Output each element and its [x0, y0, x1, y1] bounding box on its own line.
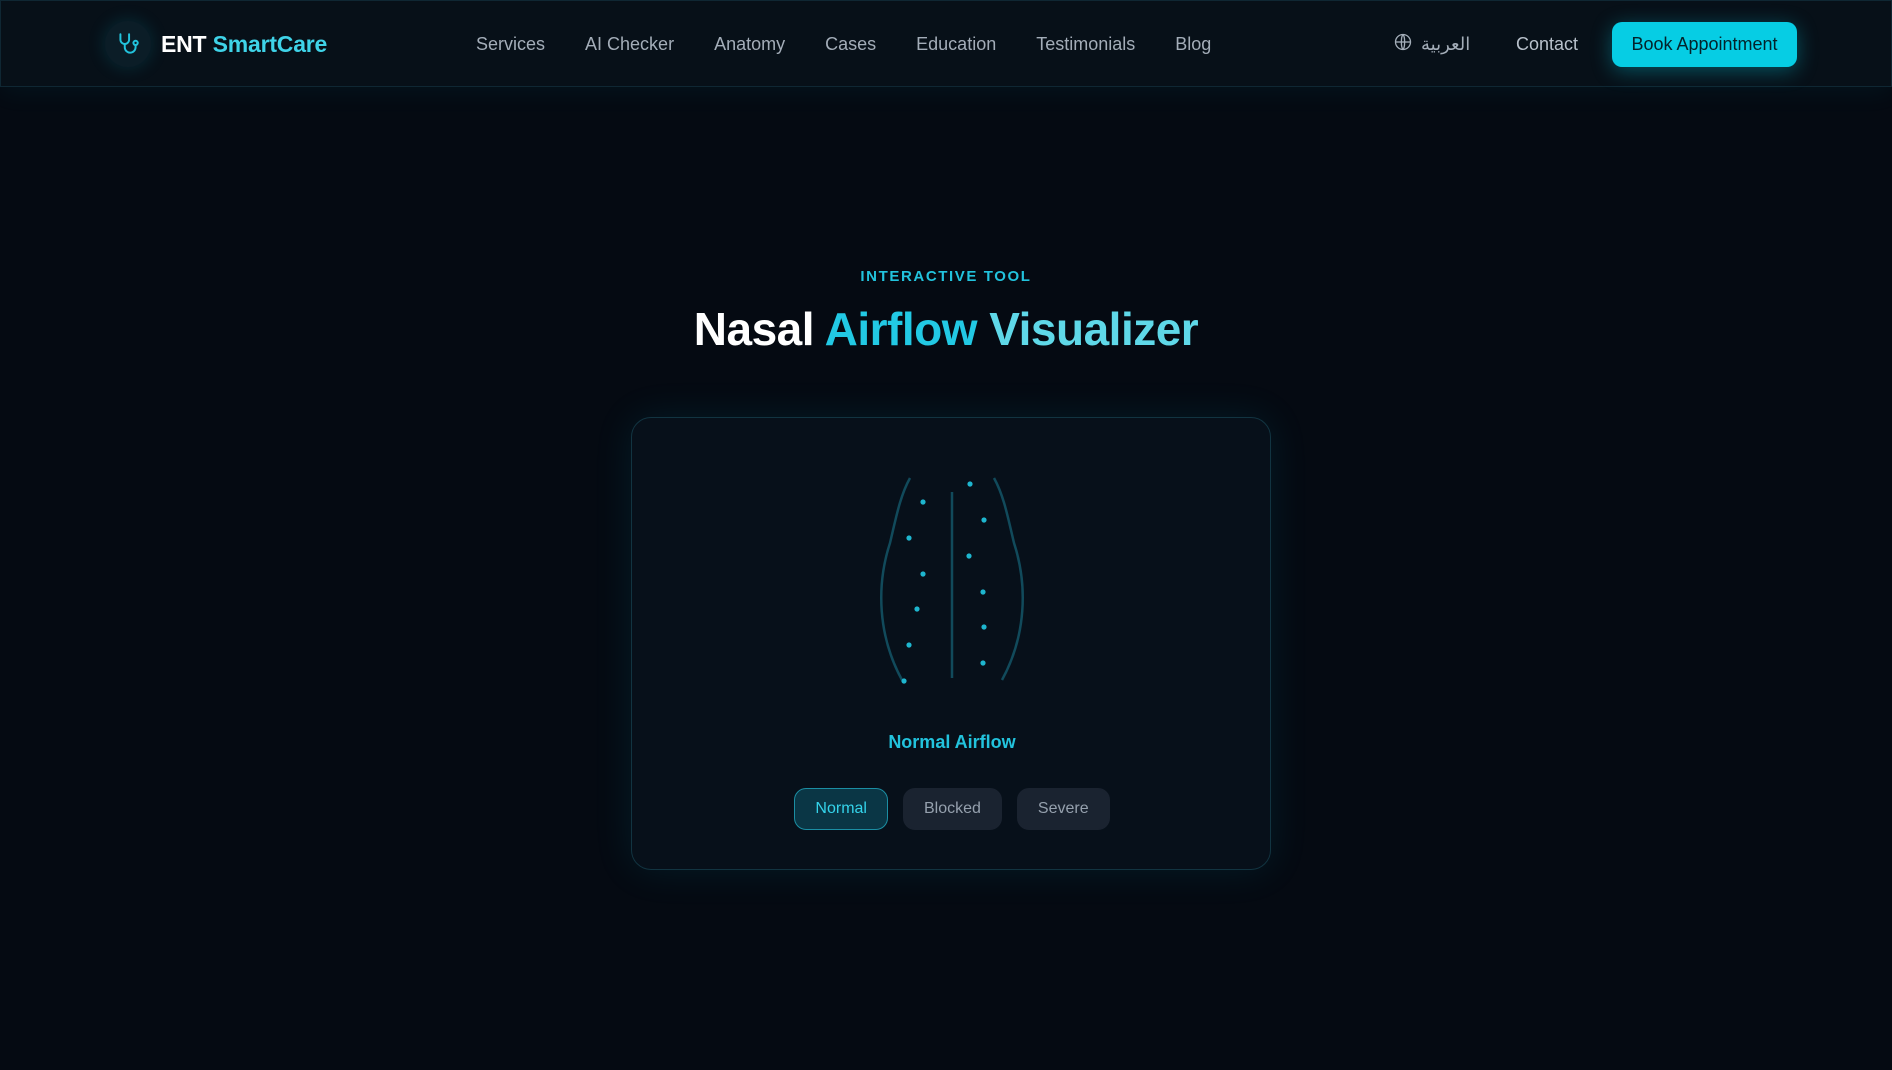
main-nav: Services AI Checker Anatomy Cases Educat… — [476, 1, 1211, 88]
airflow-particle — [906, 642, 912, 648]
globe-icon — [1393, 32, 1413, 57]
mode-normal-button[interactable]: Normal — [794, 788, 888, 830]
airflow-particle — [981, 624, 987, 630]
nav-link-blog[interactable]: Blog — [1175, 34, 1211, 55]
airflow-mode-selector: Normal Blocked Severe — [632, 788, 1272, 830]
airflow-particle — [980, 660, 986, 666]
brand-logo[interactable]: ENT SmartCare — [105, 21, 327, 67]
mode-blocked-button[interactable]: Blocked — [902, 788, 1002, 830]
navbar: ENT SmartCare Services AI Checker Anatom… — [0, 0, 1892, 87]
brand-name-part1: ENT — [161, 30, 207, 57]
airflow-particle — [906, 535, 912, 541]
brand-name-part2: SmartCare — [212, 30, 328, 57]
airflow-particle — [966, 553, 972, 559]
language-label: العربية — [1421, 34, 1471, 54]
book-appointment-button[interactable]: Book Appointment — [1612, 22, 1797, 67]
contact-link[interactable]: Contact — [1516, 1, 1578, 88]
language-switcher[interactable]: العربية — [1393, 1, 1470, 88]
stethoscope-icon — [105, 21, 151, 67]
page-title: Nasal Airflow Visualizer — [0, 302, 1892, 356]
right-nostril-outline — [992, 477, 1024, 681]
nav-link-education[interactable]: Education — [916, 34, 996, 55]
airflow-particle — [920, 571, 926, 577]
title-part1: Nasal — [693, 303, 815, 355]
airflow-visualizer-card: Normal Airflow Normal Blocked Severe — [631, 417, 1271, 870]
section-eyebrow: INTERACTIVE TOOL — [860, 268, 1032, 285]
mode-severe-button[interactable]: Severe — [1016, 788, 1110, 830]
nav-link-anatomy[interactable]: Anatomy — [714, 34, 785, 55]
airflow-particle — [981, 517, 987, 523]
title-part3: Visualizer — [989, 303, 1199, 355]
airflow-status-label: Normal Airflow — [888, 732, 1016, 752]
airflow-particle — [901, 678, 907, 684]
left-nostril-outline — [880, 477, 912, 681]
brand-name: ENT SmartCare — [161, 31, 327, 58]
airflow-particle — [920, 499, 926, 505]
nasal-airflow-diagram — [880, 477, 1024, 684]
nav-link-services[interactable]: Services — [476, 34, 545, 55]
nav-link-ai-checker[interactable]: AI Checker — [585, 34, 674, 55]
airflow-particles — [901, 481, 987, 684]
airflow-particle — [980, 589, 986, 595]
nav-link-cases[interactable]: Cases — [825, 34, 876, 55]
airflow-particle — [967, 481, 973, 487]
airflow-particle — [914, 606, 920, 612]
nav-link-testimonials[interactable]: Testimonials — [1036, 34, 1135, 55]
title-part2: Airflow — [824, 303, 978, 355]
